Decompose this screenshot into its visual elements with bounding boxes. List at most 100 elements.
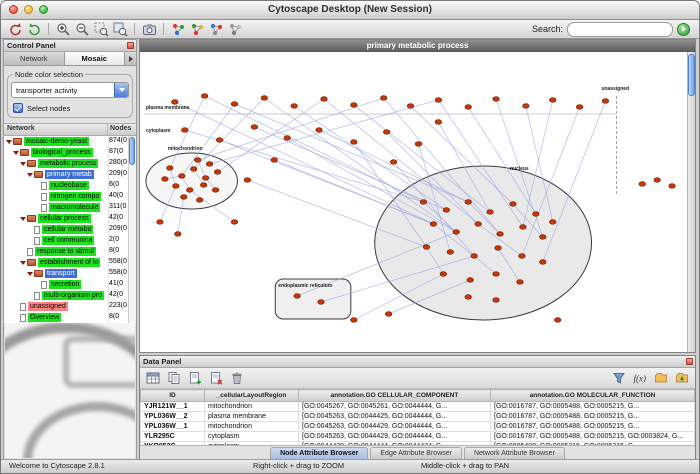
tree-expand-icon[interactable] — [26, 173, 34, 177]
network-scrollbar-thumb[interactable] — [688, 54, 695, 96]
table-cell[interactable]: [GO:0045263, GO:0044429, GO:0044444, G..… — [299, 422, 491, 432]
tab-network-attribute-browser[interactable]: Network Attribute Browser — [464, 447, 565, 459]
table-cell[interactable]: cytoplasm — [205, 432, 299, 442]
network-tree-header: Network Nodes — [4, 123, 136, 136]
table-cell[interactable]: mitochondrion — [205, 422, 299, 432]
doc-icon — [41, 281, 47, 289]
zoom-out-icon[interactable] — [73, 21, 91, 37]
column-header-annotation-go-cellular-component[interactable]: annotation.GO CELLULAR_COMPONENT — [299, 390, 491, 402]
zoom-window-button[interactable] — [39, 5, 48, 14]
tree-row-nitrogen-compo[interactable]: nitrogen compo40(0 — [4, 191, 136, 202]
table-cell[interactable]: [GO:0016787, GO:0005488, GO:0005215, G..… — [491, 412, 695, 422]
table-cell[interactable]: [GO:0045263, GO:0044429, GO:0044444, G..… — [299, 432, 491, 442]
table-cell[interactable]: YPL036W__1 — [141, 422, 205, 432]
tree-row-transport[interactable]: transport558(0 — [4, 268, 136, 279]
tree-row-establishment-of-lo[interactable]: establishment of lo558(0 — [4, 257, 136, 268]
tree-scrollbar-thumb[interactable] — [129, 137, 135, 165]
data-panel-close-icon[interactable] — [686, 358, 693, 365]
control-panel-close-icon[interactable] — [127, 42, 134, 49]
tree-row-nucleobase[interactable]: nucleobase6(0 — [4, 180, 136, 191]
tree-expand-icon[interactable] — [19, 261, 27, 265]
tree-expand-icon[interactable] — [26, 272, 34, 276]
column-header-id[interactable]: ID — [141, 390, 205, 402]
table-row[interactable]: YPL036W__2plasma membrane[GO:0045263, GO… — [141, 412, 695, 422]
table-cell[interactable]: [GO:0045267, GO:0045261, GO:0044444, G..… — [299, 402, 491, 412]
table-cell[interactable]: [GO:0016787, GO:0005488, GO:0005215, G..… — [491, 402, 695, 412]
zoom-selected-icon[interactable] — [92, 21, 110, 37]
redo-icon[interactable] — [25, 21, 43, 37]
table-cell[interactable]: [GO:0045263, GO:0044425, GO:0044444, G..… — [299, 412, 491, 422]
search-input[interactable] — [567, 22, 673, 37]
doc-icon — [20, 314, 26, 322]
minimize-window-button[interactable] — [24, 5, 33, 14]
tree-row-multi-organism-pro[interactable]: multi-organism pro42(0 — [4, 290, 136, 301]
snapshot-icon[interactable] — [140, 21, 158, 37]
table-cell[interactable]: plasma membrane — [205, 412, 299, 422]
tab-mosaic[interactable]: Mosaic — [65, 52, 126, 65]
select-nodes-checkbox[interactable] — [13, 103, 23, 113]
tree-row-biological-process[interactable]: biological_process87(0 — [4, 147, 136, 158]
titlebar[interactable]: Cytoscape Desktop (New Session) — [1, 1, 699, 20]
delete-attribute-icon[interactable] — [207, 370, 225, 386]
network-vertical-scrollbar[interactable] — [687, 52, 695, 352]
table-cell[interactable]: mitochondrion — [205, 402, 299, 412]
network-canvas-svg[interactable]: plasma membranecytoplasmmitochondrionnuc… — [140, 52, 687, 352]
network-overview-thumbnail[interactable] — [5, 315, 135, 458]
tree-expand-icon[interactable] — [12, 151, 20, 155]
table-cell[interactable]: [GO:0016787, GO:0005488, GO:0005215, G..… — [491, 422, 695, 432]
filter-icon[interactable] — [610, 370, 628, 386]
tree-scrollbar[interactable] — [128, 136, 136, 323]
tab-scroll-right-icon[interactable] — [125, 52, 136, 65]
tree-expand-icon[interactable] — [19, 162, 27, 166]
tab-node-attribute-browser[interactable]: Node Attribute Browser — [270, 447, 368, 459]
table-row[interactable]: YJR121W__1mitochondrion[GO:0045267, GO:0… — [141, 402, 695, 412]
table-row[interactable]: YLR295Ccytoplasm[GO:0045263, GO:0044429,… — [141, 432, 695, 442]
network-icon-3[interactable] — [207, 21, 225, 37]
tree-row-cellular-process[interactable]: cellular process42(0 — [4, 213, 136, 224]
create-attribute-icon[interactable] — [186, 370, 204, 386]
network-canvas[interactable]: plasma membranecytoplasmmitochondrionnuc… — [140, 52, 695, 352]
tree-row-secretion[interactable]: secretion41(0 — [4, 279, 136, 290]
column-header-annotation-go-molecular-function[interactable]: annotation.GO MOLECULAR_FUNCTION — [491, 390, 695, 402]
table-row[interactable]: YPL036W__1mitochondrion[GO:0045263, GO:0… — [141, 422, 695, 432]
zoom-fit-icon[interactable] — [111, 21, 129, 37]
attribute-browser-tabs: Node Attribute BrowserEdge Attribute Bro… — [140, 445, 695, 459]
table-cell[interactable]: YJR121W__1 — [141, 402, 205, 412]
select-attributes-icon[interactable] — [165, 370, 183, 386]
network-icon-1[interactable] — [169, 21, 187, 37]
column-header-cellularlayoutregion[interactable]: _cellularLayoutRegion — [205, 390, 299, 402]
tree-expand-icon[interactable] — [5, 140, 13, 144]
network-icon-4[interactable] — [226, 21, 244, 37]
window-controls — [9, 5, 48, 14]
node-color-dropdown[interactable]: transporter activity — [11, 82, 129, 98]
tree-row-mosaic-demo-yeast[interactable]: mosaic-demo-yeast874(0 — [4, 136, 136, 147]
tree-row-cellular-metabo[interactable]: cellular metabo209(0 — [4, 224, 136, 235]
chevron-down-icon[interactable] — [114, 83, 128, 97]
tree-row-macromolecule[interactable]: macromolecule311(0 — [4, 202, 136, 213]
doc-icon — [27, 248, 33, 256]
open-folder-icon[interactable] — [652, 370, 670, 386]
formula-icon[interactable]: f(x) — [631, 370, 649, 386]
table-cell[interactable]: [GO:0016787, GO:0005488, GO:0005215, GO:… — [491, 432, 695, 442]
tree-row-metabolic-process[interactable]: metabolic process280(0 — [4, 158, 136, 169]
tree-row-primary-metab[interactable]: primary metab209(0 — [4, 169, 136, 180]
tab-network[interactable]: Network — [4, 52, 65, 65]
tree-row-overview[interactable]: Overview8(0 — [4, 312, 136, 323]
attribute-table-icon[interactable] — [144, 370, 162, 386]
tree-row-response-to-stimul[interactable]: response to stimul8(0 — [4, 246, 136, 257]
network-icon-2[interactable] — [188, 21, 206, 37]
import-table-icon[interactable] — [673, 370, 691, 386]
search-go-button[interactable] — [677, 23, 690, 36]
network-view-title[interactable]: primary metabolic process — [140, 40, 695, 52]
zoom-in-icon[interactable] — [54, 21, 72, 37]
search-label: Search: — [532, 24, 563, 34]
table-cell[interactable]: YPL036W__2 — [141, 412, 205, 422]
trash-icon[interactable] — [228, 370, 246, 386]
table-cell[interactable]: YLR295C — [141, 432, 205, 442]
close-window-button[interactable] — [9, 5, 18, 14]
tree-expand-icon[interactable] — [19, 217, 27, 221]
undo-icon[interactable] — [6, 21, 24, 37]
tree-row-unassigned[interactable]: unassigned223(0 — [4, 301, 136, 312]
tree-row-cell-communica[interactable]: cell communica2(0 — [4, 235, 136, 246]
tab-edge-attribute-browser[interactable]: Edge Attribute Browser — [370, 447, 462, 459]
